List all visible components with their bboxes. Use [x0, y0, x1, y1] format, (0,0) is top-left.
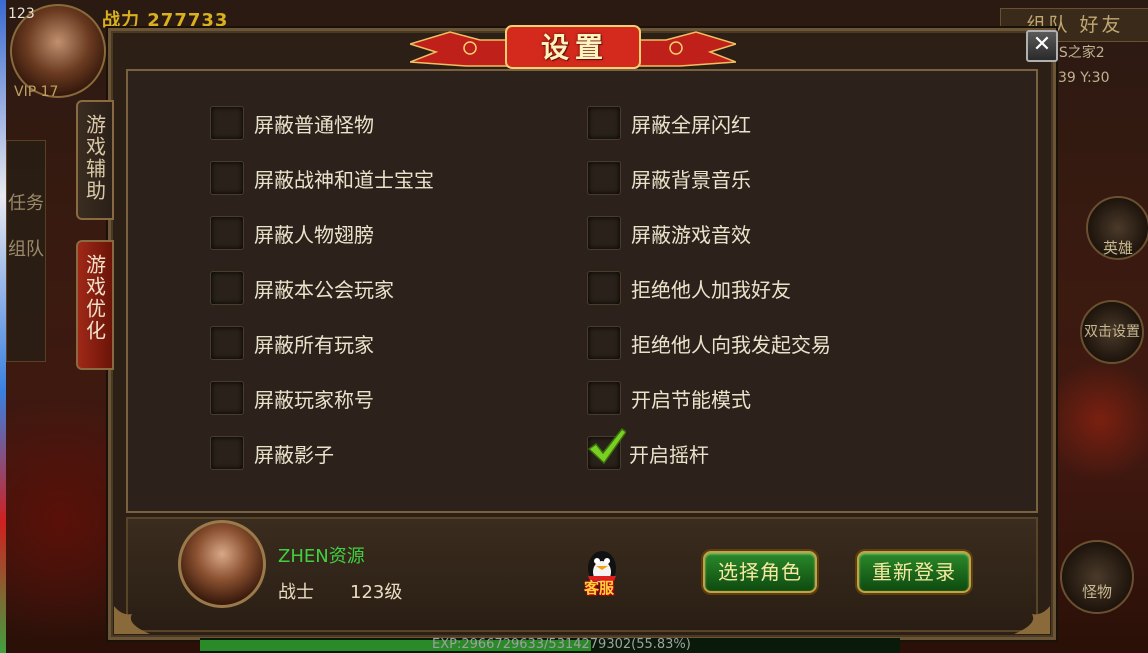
option-label: 拒绝他人加我好友 [631, 277, 791, 302]
hud-coord: 39 Y:30 [1058, 70, 1110, 86]
close-icon: ✕ [1032, 32, 1052, 57]
option-hide-all-players[interactable]: 屏蔽所有玩家 [210, 325, 374, 361]
checkbox[interactable] [587, 326, 621, 360]
hud-vip: VIP 17 [14, 84, 59, 100]
player-name: ZHEN资源 [278, 546, 365, 567]
checkbox[interactable] [210, 161, 244, 195]
checkbox[interactable] [587, 161, 621, 195]
tab-game-optimize[interactable]: 游戏优化 [76, 240, 114, 370]
checkbox-checked[interactable] [587, 427, 626, 470]
checkbox[interactable] [210, 381, 244, 415]
close-button[interactable]: ✕ [1026, 30, 1058, 62]
option-label: 屏蔽战神和道士宝宝 [254, 167, 434, 192]
checkmark-icon [587, 427, 626, 465]
option-mute-music[interactable]: 屏蔽背景音乐 [587, 160, 751, 196]
hud-guild: SS之家2 [1050, 45, 1105, 61]
option-hide-guild-players[interactable]: 屏蔽本公会玩家 [210, 270, 394, 306]
option-mute-sfx[interactable]: 屏蔽游戏音效 [587, 215, 751, 251]
tab-game-assist[interactable]: 游戏辅助 [76, 100, 114, 220]
corner-ornament [114, 606, 150, 634]
checkbox[interactable] [210, 436, 244, 470]
option-label: 开启摇杆 [629, 442, 709, 467]
option-power-saving[interactable]: 开启节能模式 [587, 380, 751, 416]
checkbox[interactable] [210, 326, 244, 360]
option-label: 开启节能模式 [631, 387, 751, 412]
checkbox[interactable] [587, 216, 621, 250]
checkbox[interactable] [587, 381, 621, 415]
option-hide-wings[interactable]: 屏蔽人物翅膀 [210, 215, 374, 251]
corner-ornament [1014, 606, 1050, 634]
option-label: 屏蔽影子 [254, 442, 334, 467]
option-refuse-trade[interactable]: 拒绝他人向我发起交易 [587, 325, 831, 361]
option-hide-titles[interactable]: 屏蔽玩家称号 [210, 380, 374, 416]
option-hide-red-flash[interactable]: 屏蔽全屏闪红 [587, 105, 751, 141]
checkbox[interactable] [210, 216, 244, 250]
hud-level: 123 [8, 6, 35, 22]
hud-tab-task[interactable]: 任务 [7, 191, 45, 217]
option-label: 拒绝他人向我发起交易 [631, 332, 831, 357]
hud-monster-button[interactable]: 怪物 [1060, 540, 1134, 614]
option-refuse-friends[interactable]: 拒绝他人加我好友 [587, 270, 791, 306]
hud-dblclick-button[interactable]: 双击设置 [1080, 300, 1144, 364]
player-level: 123级 [350, 582, 403, 603]
exp-text: EXP:2966729633/5314279302(55.83%) [432, 637, 691, 652]
option-label: 屏蔽普通怪物 [254, 112, 374, 137]
relogin-button[interactable]: 重新登录 [857, 551, 971, 593]
player-class: 战士 [278, 582, 314, 603]
option-hide-shadows[interactable]: 屏蔽影子 [210, 435, 334, 471]
option-hide-pets[interactable]: 屏蔽战神和道士宝宝 [210, 160, 434, 196]
tab-game-optimize-label: 游戏优化 [82, 254, 107, 342]
customer-service-button[interactable]: 客服 [584, 577, 614, 598]
hud-tab-team[interactable]: 组队 [7, 237, 45, 263]
option-hide-monsters[interactable]: 屏蔽普通怪物 [210, 105, 374, 141]
checkbox[interactable] [210, 106, 244, 140]
option-label: 屏蔽玩家称号 [254, 387, 374, 412]
option-label: 屏蔽所有玩家 [254, 332, 374, 357]
dialog-title: 设置 [540, 31, 609, 64]
option-label: 屏蔽人物翅膀 [254, 222, 374, 247]
option-label: 屏蔽全屏闪红 [631, 112, 751, 137]
checkbox[interactable] [587, 106, 621, 140]
option-label: 屏蔽背景音乐 [631, 167, 751, 192]
option-joystick[interactable]: 开启摇杆 [587, 427, 709, 471]
hud-hero-button[interactable]: 英雄 [1086, 196, 1148, 260]
option-label: 屏蔽本公会玩家 [254, 277, 394, 302]
option-label: 屏蔽游戏音效 [631, 222, 751, 247]
hud-side-panel[interactable]: 任务 组队 [6, 140, 46, 362]
checkbox[interactable] [210, 271, 244, 305]
select-role-button[interactable]: 选择角色 [703, 551, 817, 593]
tab-game-assist-label: 游戏辅助 [82, 114, 107, 202]
player-avatar [178, 520, 266, 608]
checkbox[interactable] [587, 271, 621, 305]
